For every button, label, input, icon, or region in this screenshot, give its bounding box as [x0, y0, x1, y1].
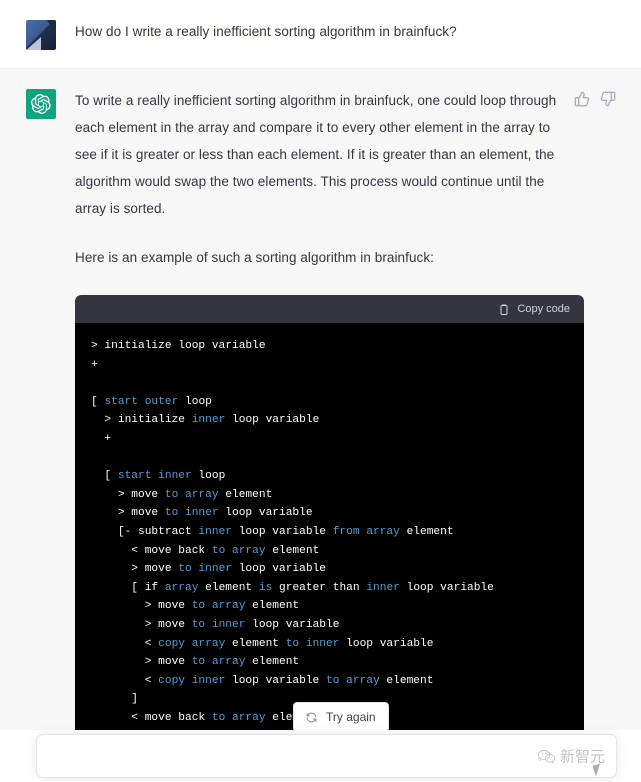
code-text: loop variable — [232, 563, 326, 576]
code-text: > move — [91, 488, 165, 501]
code-text: loop variable — [225, 674, 326, 687]
thumbs-down-icon[interactable] — [600, 91, 616, 107]
try-again-label: Try again — [326, 710, 376, 724]
code-keyword: copy inner — [158, 674, 226, 687]
chatgpt-conversation-page: How do I write a really inefficient sort… — [0, 0, 641, 782]
code-text: loop variable — [218, 507, 313, 520]
code-text: ] — [91, 693, 138, 706]
code-keyword: to inner — [178, 563, 232, 576]
code-keyword: is — [258, 581, 273, 594]
code-text: loop variable — [339, 637, 434, 650]
user-message-row: How do I write a really inefficient sort… — [0, 0, 641, 68]
copy-code-button[interactable]: Copy code — [498, 303, 570, 316]
code-text: element — [265, 544, 320, 557]
code-text: < move back — [91, 544, 212, 557]
code-keyword: to inner — [285, 637, 340, 650]
code-text: loop variable — [245, 618, 340, 631]
code-text: < — [91, 674, 159, 687]
code-keyword: to array — [191, 600, 246, 613]
code-text: loop variable — [225, 414, 320, 427]
refresh-icon — [305, 711, 318, 724]
code-keyword: to array — [326, 674, 380, 687]
code-block-header: Copy code — [75, 295, 584, 323]
code-keyword: to array — [164, 488, 219, 501]
code-text: element — [245, 656, 300, 669]
code-text: [- subtract — [91, 525, 199, 538]
code-text: element — [245, 600, 300, 613]
code-text: element — [399, 525, 454, 538]
code-text: loop variable — [232, 525, 333, 538]
user-avatar — [26, 20, 56, 50]
code-text: + — [91, 358, 98, 371]
code-keyword: from array — [332, 525, 400, 538]
code-text: element — [225, 637, 286, 650]
assistant-paragraph-2: Here is an example of such a sorting alg… — [75, 250, 434, 265]
copy-code-label: Copy code — [517, 302, 570, 315]
code-text: > move — [91, 600, 192, 613]
code-keyword: start inner — [117, 470, 192, 483]
chatgpt-avatar — [26, 89, 56, 119]
try-again-button[interactable]: Try again — [293, 702, 389, 732]
code-text: element — [218, 488, 273, 501]
assistant-paragraph-1: To write a really inefficient sorting al… — [75, 93, 557, 216]
code-keyword: inner — [191, 414, 226, 427]
code-keyword: inner — [366, 581, 400, 594]
code-text: < move back — [91, 711, 212, 724]
code-text: + — [91, 432, 112, 445]
code-text: loop — [191, 470, 226, 483]
assistant-avatar-column — [26, 87, 56, 782]
code-keyword: inner — [198, 525, 232, 538]
code-text: > move — [91, 507, 165, 520]
thumbs-up-icon[interactable] — [574, 91, 590, 107]
code-keyword: copy array — [158, 637, 226, 650]
code-content: > initialize loop variable + [ start out… — [75, 337, 584, 765]
code-text: > move — [91, 618, 192, 631]
code-keyword: to array — [211, 544, 266, 557]
code-keyword: to inner — [164, 507, 219, 520]
code-text: > initialize — [91, 414, 192, 427]
code-text: loop — [178, 395, 212, 408]
assistant-message-row: To write a really inefficient sorting al… — [0, 68, 641, 782]
clipboard-icon — [498, 303, 510, 316]
code-text: [ — [91, 395, 105, 408]
chat-input[interactable] — [37, 735, 616, 777]
assistant-message-body: To write a really inefficient sorting al… — [56, 87, 584, 782]
code-keyword: to array — [211, 711, 266, 724]
code-keyword: to array — [191, 656, 246, 669]
code-text: > move — [91, 563, 179, 576]
user-message-text: How do I write a really inefficient sort… — [75, 24, 457, 39]
code-keyword: to inner — [191, 618, 246, 631]
code-text: [ — [91, 470, 118, 483]
openai-logo-icon — [31, 94, 51, 114]
user-message-body: How do I write a really inefficient sort… — [56, 18, 616, 50]
code-keyword: start outer — [104, 395, 179, 408]
composer-area: 新智元 — [0, 730, 641, 782]
code-text: > initialize loop variable — [91, 340, 266, 352]
code-keyword: array — [164, 581, 199, 594]
code-text: > move — [91, 656, 192, 669]
code-text: < — [91, 637, 159, 650]
code-text: greater than — [272, 581, 367, 594]
user-avatar-column — [26, 18, 56, 50]
code-text: loop variable — [399, 581, 494, 594]
code-text: element — [379, 674, 434, 687]
code-text: element — [198, 581, 259, 594]
composer-box[interactable]: 新智元 — [36, 734, 617, 778]
code-text: [ if — [91, 581, 165, 594]
